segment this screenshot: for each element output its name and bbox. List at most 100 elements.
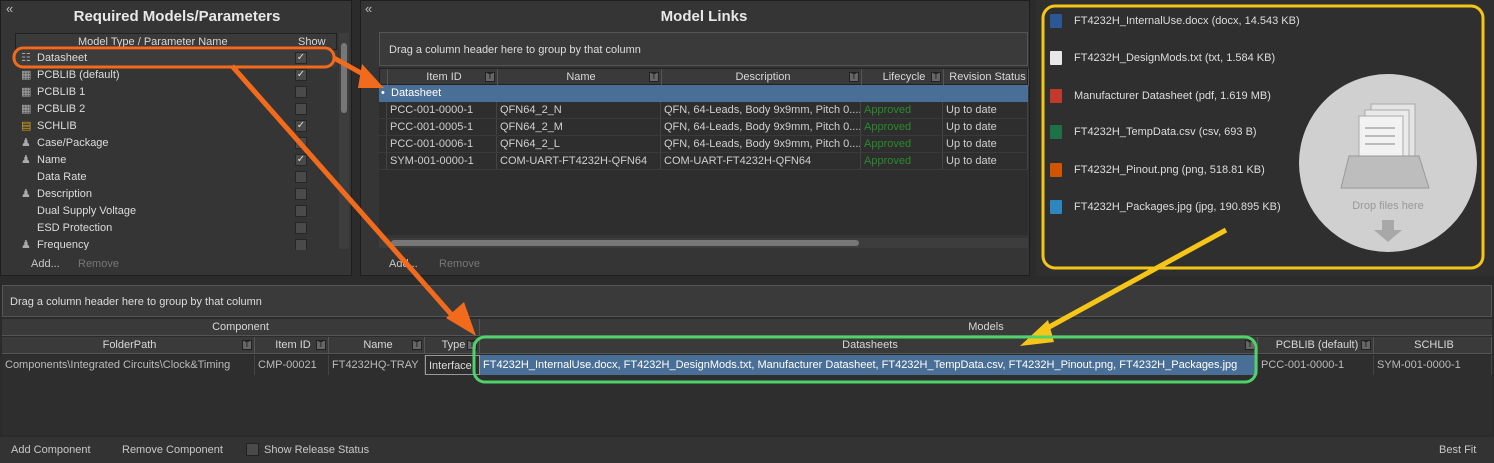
file-item[interactable]: FT4232H_DesignMods.txt (txt, 1.584 KB) bbox=[1050, 48, 1275, 68]
file-item[interactable]: FT4232H_Packages.jpg (jpg, 190.895 KB) bbox=[1050, 197, 1281, 217]
param-scrollbar[interactable] bbox=[339, 33, 349, 249]
links-grid-body: • Datasheet PCC-001-0000-1 QFN64_2_N QFN, 64… bbox=[379, 85, 1028, 235]
param-row[interactable]: ▤ SCHLIB ✓ bbox=[15, 118, 337, 135]
filter-icon[interactable]: T bbox=[485, 72, 495, 82]
cell-datasheets[interactable]: FT4232H_InternalUse.docx, FT4232H_Design… bbox=[480, 355, 1258, 375]
cell-life: Approved bbox=[861, 119, 943, 135]
group-by-area[interactable]: Drag a column header here to group by th… bbox=[379, 32, 1028, 66]
remove-component-button[interactable]: Remove Component bbox=[122, 437, 223, 463]
column-header-show[interactable]: Show bbox=[298, 34, 326, 51]
row-indicator bbox=[379, 102, 387, 118]
show-checkbox[interactable] bbox=[295, 188, 307, 200]
param-row[interactable]: ESD Protection bbox=[15, 220, 337, 237]
links-grid-header: Item ID T Name T Description T Lifecycle T Revis… bbox=[379, 68, 1029, 86]
show-checkbox[interactable] bbox=[295, 103, 307, 115]
show-checkbox[interactable] bbox=[295, 171, 307, 183]
cell-rev: Up to date bbox=[943, 153, 1028, 169]
file-item[interactable]: Manufacturer Datasheet (pdf, 1.619 MB) bbox=[1050, 86, 1271, 106]
filter-icon[interactable]: T bbox=[1245, 340, 1255, 350]
file-label: FT4232H_Packages.jpg (jpg, 190.895 KB) bbox=[1074, 201, 1281, 213]
links-col-1[interactable]: Name T bbox=[498, 69, 662, 86]
param-row[interactable]: ▦ PCBLIB 1 bbox=[15, 84, 337, 101]
bottom-grid-body: Components\Integrated Circuits\Clock&Tim… bbox=[2, 355, 1492, 435]
band-component: Component bbox=[2, 319, 480, 336]
png-image-icon bbox=[1050, 163, 1062, 178]
param-row[interactable]: ♟ Name ✓ bbox=[15, 152, 337, 169]
cell-id: PCC-001-0005-1 bbox=[387, 119, 497, 135]
file-item[interactable]: FT4232H_TempData.csv (csv, 693 B) bbox=[1050, 122, 1257, 142]
bottom-col-4[interactable]: Datasheets T bbox=[480, 337, 1258, 354]
table-row[interactable]: PCC-001-0006-1 QFN64_2_L QFN, 64-Leads, Bo… bbox=[379, 136, 1028, 153]
file-item[interactable]: FT4232H_Pinout.png (png, 518.81 KB) bbox=[1050, 160, 1265, 180]
show-checkbox[interactable]: ✓ bbox=[295, 69, 307, 81]
param-list: ☷ Datasheet ✓ ▦ PCBLIB (default) ✓ ▦ PCBLIB 1 ▦ P… bbox=[15, 50, 337, 250]
remove-param-button[interactable]: Remove bbox=[78, 258, 119, 270]
links-col-2[interactable]: Description T bbox=[662, 69, 862, 86]
cell-folder[interactable]: Components\Integrated Circuits\Clock&Tim… bbox=[2, 355, 255, 375]
table-row[interactable]: SYM-001-0000-1 COM-UART-FT4232H-QFN64 COM-… bbox=[379, 153, 1028, 170]
links-hscrollbar[interactable] bbox=[379, 238, 1028, 248]
row-indicator bbox=[379, 119, 387, 135]
filter-icon[interactable]: T bbox=[1361, 340, 1371, 350]
links-col-4[interactable]: Revision Status bbox=[944, 69, 1029, 86]
param-row[interactable]: Dual Supply Voltage bbox=[15, 203, 337, 220]
filter-icon[interactable]: T bbox=[316, 340, 326, 350]
bottom-col-3[interactable]: Type T bbox=[425, 337, 480, 354]
cell-pcblib[interactable]: PCC-001-0000-1 bbox=[1258, 355, 1374, 375]
drop-zone-circle[interactable]: Drop files here bbox=[1299, 74, 1477, 252]
param-row[interactable]: ♟ Frequency bbox=[15, 237, 337, 250]
show-release-checkbox[interactable] bbox=[246, 443, 259, 456]
bottom-col-1[interactable]: Item ID T bbox=[255, 337, 329, 354]
show-checkbox[interactable] bbox=[295, 137, 307, 149]
cell-id[interactable]: CMP-00021 bbox=[255, 355, 329, 375]
group-row-datasheet[interactable]: • Datasheet bbox=[379, 85, 1028, 102]
show-checkbox[interactable] bbox=[295, 86, 307, 98]
param-row[interactable]: ▦ PCBLIB (default) ✓ bbox=[15, 67, 337, 84]
cell-desc: QFN, 64-Leads, Body 9x9mm, Pitch 0.... bbox=[661, 102, 861, 118]
add-component-button[interactable]: Add Component bbox=[11, 437, 91, 463]
cell-type[interactable]: Interface bbox=[425, 355, 480, 375]
show-checkbox[interactable] bbox=[295, 205, 307, 217]
filter-icon[interactable]: T bbox=[467, 340, 477, 350]
cell-life: Approved bbox=[861, 153, 943, 169]
file-item[interactable]: FT4232H_InternalUse.docx (docx, 14.543 K… bbox=[1050, 11, 1300, 31]
filter-icon[interactable]: T bbox=[412, 340, 422, 350]
filter-icon[interactable]: T bbox=[242, 340, 252, 350]
show-checkbox[interactable]: ✓ bbox=[295, 120, 307, 132]
add-param-button[interactable]: Add... bbox=[31, 258, 60, 270]
param-row[interactable]: ♟ Case/Package bbox=[15, 135, 337, 152]
best-fit-button[interactable]: Best Fit bbox=[1439, 437, 1476, 463]
show-checkbox[interactable] bbox=[295, 222, 307, 234]
filter-icon[interactable]: T bbox=[931, 72, 941, 82]
parameter-icon: ♟ bbox=[21, 188, 31, 200]
table-row[interactable]: PCC-001-0005-1 QFN64_2_M QFN, 64-Leads, Bo… bbox=[379, 119, 1028, 136]
param-row[interactable]: Data Rate bbox=[15, 169, 337, 186]
remove-link-button[interactable]: Remove bbox=[439, 258, 480, 270]
parameter-icon: ♟ bbox=[21, 137, 31, 149]
bottom-group-by-area[interactable]: Drag a column header here to group by th… bbox=[2, 285, 1492, 317]
cell-schlib[interactable]: SYM-001-0000-1 bbox=[1374, 355, 1492, 375]
cell-life: Approved bbox=[861, 136, 943, 152]
links-col-3[interactable]: Lifecycle T bbox=[862, 69, 944, 86]
bottom-col-2[interactable]: Name T bbox=[329, 337, 425, 354]
show-checkbox[interactable]: ✓ bbox=[295, 52, 307, 64]
add-link-button[interactable]: Add... bbox=[389, 258, 418, 270]
component-row[interactable]: Components\Integrated Circuits\Clock&Tim… bbox=[2, 355, 1492, 375]
show-checkbox[interactable]: ✓ bbox=[295, 154, 307, 166]
cell-name[interactable]: FT4232HQ-TRAY bbox=[329, 355, 425, 375]
links-col-0[interactable]: Item ID T bbox=[388, 69, 498, 86]
column-header-name[interactable]: Model Type / Parameter Name bbox=[78, 34, 228, 51]
show-checkbox[interactable] bbox=[295, 239, 307, 250]
param-row[interactable]: ▦ PCBLIB 2 bbox=[15, 101, 337, 118]
filter-icon[interactable]: T bbox=[649, 72, 659, 82]
param-row[interactable]: ☷ Datasheet ✓ bbox=[15, 50, 337, 67]
cell-desc: QFN, 64-Leads, Body 9x9mm, Pitch 0.... bbox=[661, 119, 861, 135]
links-col-label: Lifecycle bbox=[882, 71, 926, 83]
param-label: PCBLIB 2 bbox=[37, 103, 86, 115]
bottom-col-5[interactable]: PCBLIB (default) T bbox=[1258, 337, 1374, 354]
bottom-col-6[interactable]: SCHLIB bbox=[1374, 337, 1492, 354]
param-row[interactable]: ♟ Description bbox=[15, 186, 337, 203]
filter-icon[interactable]: T bbox=[849, 72, 859, 82]
table-row[interactable]: PCC-001-0000-1 QFN64_2_N QFN, 64-Leads, Bo… bbox=[379, 102, 1028, 119]
bottom-col-0[interactable]: FolderPath T bbox=[2, 337, 255, 354]
